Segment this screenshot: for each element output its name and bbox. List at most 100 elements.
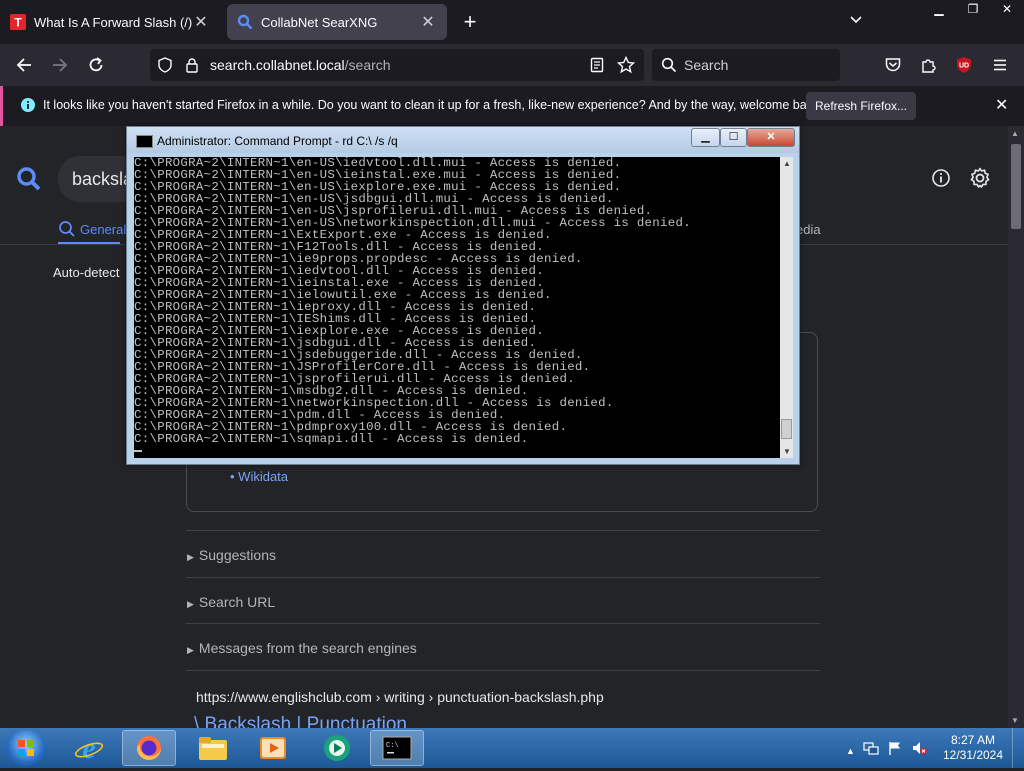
wikidata-link-label: Wikidata <box>238 469 289 484</box>
page-scrollbar[interactable]: ▲ ▼ <box>1008 126 1024 728</box>
start-button[interactable] <box>6 730 46 766</box>
minimize-icon[interactable]: ▁ <box>691 128 720 147</box>
lock-icon[interactable] <box>184 57 200 78</box>
info-icon[interactable] <box>931 168 951 193</box>
cmd-console[interactable]: C:\PROGRA~2\INTERN~1\en-US\iedvtool.dll.… <box>134 157 780 458</box>
wikidata-link[interactable]: • Wikidata <box>230 469 288 484</box>
clock-date: 12/31/2024 <box>942 748 1004 762</box>
svg-text:UD: UD <box>959 63 969 70</box>
gear-icon[interactable] <box>968 166 992 195</box>
close-icon[interactable]: ✕ <box>995 95 1008 115</box>
engine-messages-toggle[interactable]: ▶ Messages from the search engines <box>187 640 417 656</box>
tab-general[interactable]: General <box>58 220 126 238</box>
show-hidden-icons-icon[interactable]: ▲ <box>846 746 855 756</box>
command-prompt-window: Administrator: Command Prompt - rd C:\ /… <box>126 126 800 465</box>
cmd-scrollbar[interactable]: ▲ ▼ <box>780 157 793 458</box>
network-icon[interactable] <box>863 740 879 761</box>
clock[interactable]: 8:27 AM 12/31/2024 <box>940 733 1006 763</box>
scrollbar-thumb[interactable] <box>1011 144 1021 229</box>
cmd-window-controls: ▁ ☐ ✕ <box>691 128 795 147</box>
engine-messages-label: Messages from the search engines <box>198 640 417 656</box>
info-icon <box>20 97 36 118</box>
ublock-icon[interactable]: UD <box>953 54 975 76</box>
restore-icon[interactable]: ❐ <box>956 0 990 18</box>
svg-text:e: e <box>82 733 95 763</box>
t-icon: T <box>10 14 26 30</box>
cmd-title: Administrator: Command Prompt - rd C:\ /… <box>157 134 398 148</box>
cmd-output: C:\PROGRA~2\INTERN~1\en-US\iedvtool.dll.… <box>134 157 691 446</box>
url-bar[interactable]: search.collabnet.local/search <box>150 49 644 81</box>
reload-icon[interactable] <box>85 54 107 76</box>
search-url-toggle[interactable]: ▶ Search URL <box>187 594 275 610</box>
close-tab-icon[interactable]: ✕ <box>192 12 210 32</box>
result-title-link[interactable]: \ Backslash | Punctuation <box>194 714 407 728</box>
system-tray: ▲ <box>846 740 927 761</box>
new-tab-icon[interactable]: + <box>458 10 482 34</box>
firefox-icon[interactable] <box>122 730 176 766</box>
back-icon[interactable] <box>13 54 35 76</box>
searxng-logo-icon[interactable] <box>16 166 42 197</box>
scroll-down-icon[interactable]: ▼ <box>1011 716 1019 725</box>
tab-bar: T What Is A Forward Slash (/) & H ✕ Coll… <box>0 0 1024 44</box>
url-path: /search <box>344 57 391 73</box>
url-host: search.collabnet.local <box>210 57 345 73</box>
svg-text:T: T <box>14 16 22 30</box>
media-player-icon[interactable] <box>246 730 300 766</box>
file-explorer-icon[interactable] <box>186 730 240 766</box>
reader-view-icon[interactable] <box>589 57 605 78</box>
taskbar: e C:\ ▲ 8:27 AM 12/31/2024 <box>0 728 1024 768</box>
tab-searxng[interactable]: CollabNet SearXNG ✕ <box>227 4 447 40</box>
url-text[interactable]: search.collabnet.local/search <box>210 57 391 73</box>
command-prompt-icon[interactable]: C:\ <box>370 730 424 766</box>
notification-text: It looks like you haven't started Firefo… <box>43 98 823 112</box>
bookmark-star-icon[interactable] <box>616 55 636 79</box>
search-placeholder: Search <box>684 57 729 73</box>
menu-icon[interactable] <box>989 54 1011 76</box>
searxng-icon <box>237 14 253 30</box>
search-url-label: Search URL <box>198 594 276 610</box>
svg-text:C:\: C:\ <box>386 742 399 750</box>
divider <box>186 577 820 578</box>
nav-bar: search.collabnet.local/search Search UD <box>0 44 1024 86</box>
pocket-icon[interactable] <box>882 54 904 76</box>
suggestions-toggle[interactable]: ▶ Suggestions <box>187 547 276 563</box>
close-icon[interactable]: ✕ <box>747 128 795 147</box>
chevron-down-icon[interactable] <box>848 12 864 33</box>
window-controls: ▁ ❐ ✕ <box>922 0 1024 18</box>
divider <box>186 530 820 531</box>
search-query: backsla <box>72 169 134 189</box>
close-tab-icon[interactable]: ✕ <box>419 12 437 32</box>
forward-icon[interactable] <box>49 54 71 76</box>
action-center-flag-icon[interactable] <box>887 740 903 761</box>
app-icon[interactable] <box>310 730 364 766</box>
tab-title: CollabNet SearXNG <box>261 14 378 30</box>
cursor <box>134 450 142 452</box>
scroll-up-icon[interactable]: ▲ <box>783 159 791 168</box>
tab-forward-slash[interactable]: T What Is A Forward Slash (/) & H ✕ <box>0 4 220 40</box>
triangle-right-icon: ▶ <box>187 645 194 655</box>
cmd-titlebar[interactable]: Administrator: Command Prompt - rd C:\ /… <box>127 127 799 153</box>
suggestions-label: Suggestions <box>198 547 276 563</box>
clock-time: 8:27 AM <box>950 733 996 747</box>
windows-logo-icon <box>18 740 34 756</box>
volume-muted-icon[interactable] <box>911 740 927 761</box>
minimize-icon[interactable]: ▁ <box>922 0 956 18</box>
notification-bar: It looks like you haven't started Firefo… <box>0 86 1024 126</box>
shield-icon[interactable] <box>157 57 173 78</box>
close-icon[interactable]: ✕ <box>990 0 1024 18</box>
scroll-up-icon[interactable]: ▲ <box>1011 129 1019 138</box>
scroll-down-icon[interactable]: ▼ <box>783 447 791 456</box>
scrollbar-thumb[interactable] <box>781 419 792 439</box>
maximize-icon[interactable]: ☐ <box>720 128 747 147</box>
language-select[interactable]: Auto-detect <box>53 265 120 280</box>
search-icon <box>59 221 75 237</box>
divider <box>186 623 820 624</box>
extensions-icon[interactable] <box>918 54 940 76</box>
show-desktop-button[interactable] <box>1012 728 1024 768</box>
internet-explorer-icon[interactable]: e <box>62 730 116 766</box>
refresh-firefox-button[interactable]: Refresh Firefox... <box>806 92 916 120</box>
triangle-right-icon: ▶ <box>187 599 194 609</box>
result-url[interactable]: https://www.englishclub.com › writing › … <box>196 689 604 705</box>
tab-general-label: General <box>80 221 127 237</box>
search-bar[interactable]: Search <box>652 49 840 81</box>
